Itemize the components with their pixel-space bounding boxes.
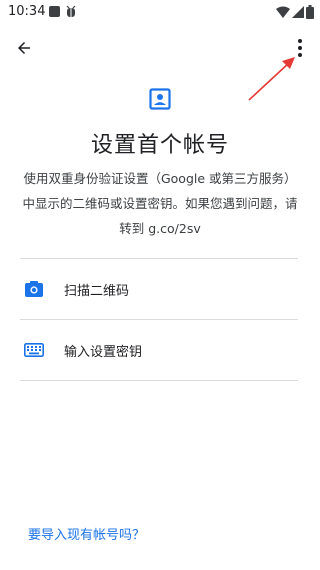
arrow-back-icon <box>18 42 30 54</box>
app-notification-icon <box>49 6 60 17</box>
description-line: 中显示的二维码或设置密钥。如果您遇到问题，请 <box>22 196 298 211</box>
status-bar: 10:34 <box>0 0 320 26</box>
camera-icon <box>22 277 46 301</box>
description-text: 使用双重身份验证设置（Google 或第三方服务） 中显示的二维码或设置密钥。如… <box>22 166 298 241</box>
account-box-icon <box>149 88 171 110</box>
back-button[interactable] <box>10 34 38 62</box>
description-line: 转到 g.co/2sv <box>119 221 201 236</box>
status-time: 10:34 <box>8 4 46 19</box>
page-title: 设置首个帐号 <box>90 133 229 158</box>
battery-icon <box>306 5 314 19</box>
option-label: 输入设置密钥 <box>64 344 143 360</box>
keyboard-icon <box>22 338 46 362</box>
import-existing-accounts-link[interactable]: 要导入现有帐号吗？ <box>28 524 145 543</box>
scan-qr-code-option[interactable]: 扫描二维码 <box>20 259 298 319</box>
signal-icon <box>292 6 304 18</box>
annotation-arrow <box>248 57 295 101</box>
divider <box>20 380 298 381</box>
description-line: 使用双重身份验证设置（Google 或第三方服务） <box>23 171 297 186</box>
option-label: 扫描二维码 <box>64 283 130 299</box>
wifi-icon <box>276 6 290 18</box>
status-icons <box>276 5 314 19</box>
bug-icon <box>66 5 76 17</box>
enter-setup-key-option[interactable]: 输入设置密钥 <box>20 320 298 380</box>
